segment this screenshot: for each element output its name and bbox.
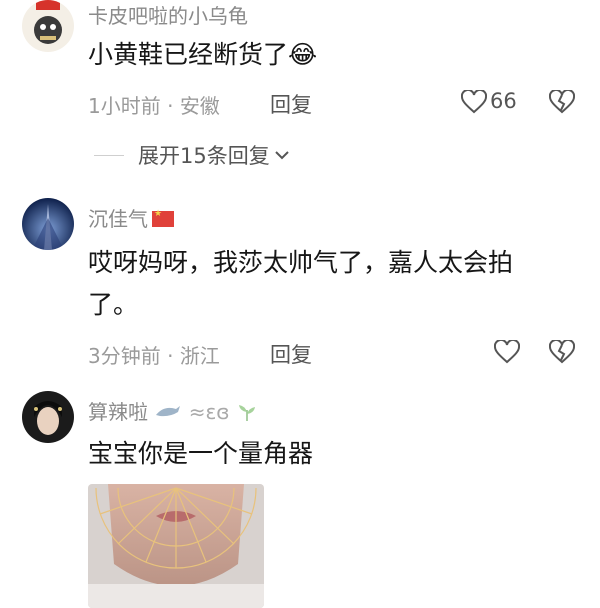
comment-text-line: 哎呀妈呀，我莎太帅气了，嘉人太会拍: [88, 248, 514, 277]
expand-replies-label: 展开15条回复: [138, 144, 270, 168]
comment-location: 安徽: [179, 94, 220, 118]
comment-time: 3分钟前: [88, 344, 161, 368]
avatar[interactable]: [22, 0, 74, 52]
dolphin-icon: [156, 406, 181, 417]
comment-time: 1小时前: [88, 94, 161, 118]
divider: [94, 154, 124, 156]
leaf-icon: [238, 405, 255, 421]
like-heart-icon[interactable]: [494, 340, 520, 364]
username-text: 沉佳气: [88, 207, 148, 231]
comment-text-line: 了。: [88, 290, 139, 319]
avatar[interactable]: [22, 391, 74, 443]
avatar[interactable]: [22, 198, 74, 250]
username-suffix: ≈ɛɞ: [188, 400, 230, 424]
like-heart-icon[interactable]: [461, 90, 487, 114]
laughing-emoji-icon: 😂: [288, 40, 318, 69]
comment-text: 哎呀妈呀，我莎太帅气了，嘉人太会拍 了。: [88, 242, 513, 326]
comment-text-body: 小黄鞋已经断货了: [88, 40, 289, 69]
comment-image-attachment[interactable]: [88, 484, 264, 608]
china-flag-icon: [152, 209, 174, 227]
comment-meta: 3分钟前 · 浙江: [88, 340, 220, 369]
username[interactable]: 沉佳气: [88, 203, 174, 232]
comment-meta: 1小时前 · 安徽: [88, 90, 220, 119]
meta-separator: ·: [160, 344, 180, 368]
comment-text: 宝宝你是一个量角器: [88, 439, 314, 468]
expand-replies-button[interactable]: 展开15条回复: [94, 140, 290, 170]
dislike-broken-heart-icon[interactable]: [549, 90, 575, 114]
username-text: 算辣啦: [88, 400, 148, 424]
meta-separator: ·: [160, 94, 180, 118]
reply-button[interactable]: 回复: [270, 89, 312, 119]
comment-location: 浙江: [179, 344, 220, 368]
dislike-broken-heart-icon[interactable]: [549, 340, 575, 364]
chevron-down-icon: [275, 151, 289, 160]
username[interactable]: 卡皮吧啦的小乌龟: [88, 0, 248, 29]
like-count: 66: [490, 89, 517, 113]
reply-button[interactable]: 回复: [270, 339, 312, 369]
comment-text: 小黄鞋已经断货了😂: [88, 34, 317, 76]
username[interactable]: 算辣啦 ≈ɛɞ: [88, 396, 258, 425]
